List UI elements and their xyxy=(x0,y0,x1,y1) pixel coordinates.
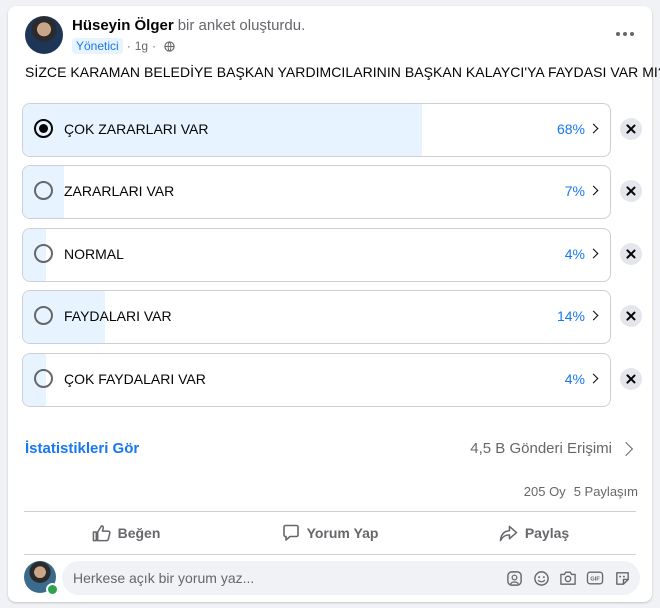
emoji-icon[interactable] xyxy=(531,568,551,588)
post-meta: Yönetici · 1g · xyxy=(72,38,175,54)
close-icon xyxy=(626,124,636,134)
sticker-icon[interactable] xyxy=(612,568,632,588)
meta-separator: · xyxy=(126,39,131,53)
post-time[interactable]: 1g xyxy=(135,39,148,53)
poll-option[interactable]: NORMAL 4% xyxy=(22,228,611,282)
svg-text:GIF: GIF xyxy=(590,577,600,583)
author-name[interactable]: Hüseyin Ölger xyxy=(72,17,174,34)
chevron-right-icon[interactable] xyxy=(588,185,599,196)
post-reach[interactable]: 4,5 B Gönderi Erişimi xyxy=(470,440,612,457)
author-line: Hüseyin Ölger bir anket oluşturdu. xyxy=(72,17,305,34)
comment-input[interactable]: Herkese açık bir yorum yaz... GIF xyxy=(62,561,640,595)
vote-count[interactable]: 205 Oy xyxy=(524,484,566,499)
poll-option-percent[interactable]: 4% xyxy=(565,371,585,387)
poll-option-percent[interactable]: 7% xyxy=(565,183,585,199)
comment-placeholder: Herkese açık bir yorum yaz... xyxy=(73,570,255,586)
poll-option[interactable]: ÇOK FAYDALARI VAR 4% xyxy=(22,353,611,407)
radio-icon[interactable] xyxy=(34,181,53,200)
remove-option-button[interactable] xyxy=(620,305,642,327)
poll-option[interactable]: FAYDALARI VAR 14% xyxy=(22,290,611,344)
comment-button[interactable]: Yorum Yap xyxy=(228,515,432,551)
post-action-text: bir anket oluşturdu. xyxy=(177,17,306,34)
poll-option-label: ÇOK ZARARLARI VAR xyxy=(64,121,209,137)
close-icon xyxy=(626,249,636,259)
avatar-sticker-icon[interactable] xyxy=(504,568,524,588)
view-stats-link[interactable]: İstatistikleri Gör xyxy=(25,440,139,457)
poll-option[interactable]: ÇOK ZARARLARI VAR 68% xyxy=(22,103,611,157)
radio-icon[interactable] xyxy=(34,306,53,325)
chevron-right-icon[interactable] xyxy=(588,310,599,321)
poll-option-label: ÇOK FAYDALARI VAR xyxy=(64,371,206,387)
author-avatar[interactable] xyxy=(25,16,63,54)
share-icon xyxy=(499,525,518,541)
more-options-button[interactable] xyxy=(614,24,640,44)
online-status-dot xyxy=(46,583,59,596)
globe-icon xyxy=(164,40,175,52)
divider-bottom xyxy=(24,554,636,555)
remove-option-button[interactable] xyxy=(620,368,642,390)
radio-icon[interactable] xyxy=(34,369,53,388)
poll-option-percent[interactable]: 14% xyxy=(557,308,585,324)
divider-top xyxy=(24,511,636,512)
close-icon xyxy=(626,186,636,196)
share-count[interactable]: 5 Paylaşım xyxy=(574,484,638,499)
radio-selected-icon[interactable] xyxy=(34,119,53,138)
poll-option-label: ZARARLARI VAR xyxy=(64,183,175,199)
comment-label: Yorum Yap xyxy=(306,525,379,541)
gif-icon[interactable]: GIF xyxy=(585,568,605,588)
post-actions: Beğen Yorum Yap Paylaş xyxy=(24,515,636,551)
share-button[interactable]: Paylaş xyxy=(432,515,636,551)
comment-composer: Herkese açık bir yorum yaz... GIF xyxy=(24,561,644,597)
meta-separator-2: · xyxy=(152,39,157,53)
more-dots-icon xyxy=(616,32,620,36)
comment-tools: GIF xyxy=(497,568,632,588)
chevron-right-icon[interactable] xyxy=(588,123,599,134)
remove-option-button[interactable] xyxy=(620,243,642,265)
chevron-right-icon[interactable] xyxy=(618,441,634,457)
radio-icon[interactable] xyxy=(34,244,53,263)
chevron-right-icon[interactable] xyxy=(588,373,599,384)
chevron-right-icon[interactable] xyxy=(588,248,599,259)
comment-icon xyxy=(282,524,299,541)
close-icon xyxy=(626,311,636,321)
poll-option-label: NORMAL xyxy=(64,246,124,262)
camera-icon[interactable] xyxy=(558,568,578,588)
poll-option[interactable]: ZARARLARI VAR 7% xyxy=(22,165,611,219)
engagement-counts: 205 Oy 5 Paylaşım xyxy=(524,484,638,499)
poll-option-percent[interactable]: 68% xyxy=(557,121,585,137)
role-badge[interactable]: Yönetici xyxy=(72,38,123,54)
poll-option-percent[interactable]: 4% xyxy=(565,246,585,262)
post-card: Hüseyin Ölger bir anket oluşturdu. Yöneti… xyxy=(8,6,660,602)
remove-option-button[interactable] xyxy=(620,180,642,202)
remove-option-button[interactable] xyxy=(620,118,642,140)
post-header: Hüseyin Ölger bir anket oluşturdu. Yöneti… xyxy=(25,16,645,56)
share-label: Paylaş xyxy=(524,525,570,541)
poll-option-label: FAYDALARI VAR xyxy=(64,308,172,324)
thumbs-up-icon xyxy=(92,525,111,542)
like-button[interactable]: Beğen xyxy=(24,515,228,551)
poll-question: SİZCE KARAMAN BELEDİYE BAŞKAN YARDIMCILA… xyxy=(25,64,660,80)
close-icon xyxy=(626,374,636,384)
like-label: Beğen xyxy=(117,525,161,541)
